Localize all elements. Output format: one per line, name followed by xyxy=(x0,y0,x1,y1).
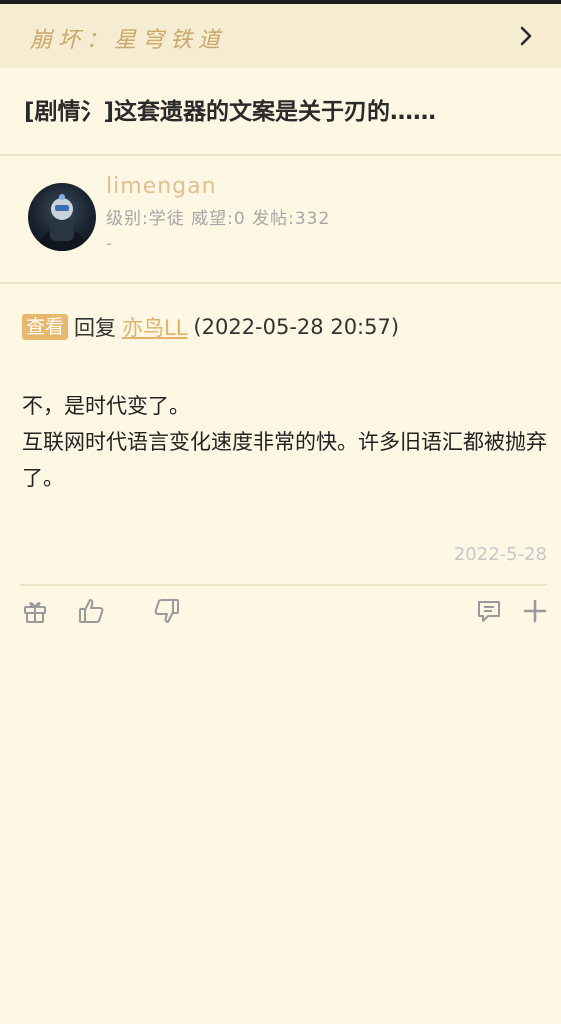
post-actions xyxy=(0,596,561,632)
view-button[interactable]: 查看 xyxy=(22,314,69,340)
divider xyxy=(20,584,547,586)
forum-header[interactable]: 崩坏：星穹铁道 xyxy=(0,4,561,68)
thumbs-down-icon[interactable] xyxy=(152,596,182,626)
author-username[interactable]: limengan xyxy=(106,174,217,199)
gift-icon[interactable] xyxy=(20,596,50,626)
author-block: limengan 级别:学徒 威望:0 发帖:332 - xyxy=(0,160,561,280)
post-line: 不，是时代变了。 xyxy=(22,394,190,418)
reply-time: (2022-05-28 20:57) xyxy=(193,315,400,339)
post-date: 2022-5-28 xyxy=(453,544,547,565)
page: 崩坏：星穹铁道 [剧情氵]这套遗器的文案是关于刃的…… limengan 级别:… xyxy=(0,0,561,1024)
divider xyxy=(0,282,561,284)
chevron-right-icon[interactable] xyxy=(514,24,538,48)
forum-name[interactable]: 崩坏：星穹铁道 xyxy=(30,22,226,54)
post-body: 不，是时代变了。 互联网时代语言变化速度非常的快。许多旧语汇都被抛弃了。 xyxy=(22,388,552,496)
thread-title: [剧情氵]这套遗器的文案是关于刃的…… xyxy=(24,99,437,125)
comment-icon[interactable] xyxy=(474,596,504,626)
reply-quote: 查看 回复 亦鸟LL (2022-05-28 20:57) xyxy=(22,312,399,342)
avatar[interactable] xyxy=(28,183,96,251)
divider xyxy=(0,154,561,156)
plus-icon[interactable] xyxy=(520,596,550,626)
author-meta: 级别:学徒 威望:0 发帖:332 xyxy=(106,209,331,229)
thumbs-up-icon[interactable] xyxy=(76,596,106,626)
reply-label: 回复 xyxy=(74,316,117,340)
reply-user-link[interactable]: 亦鸟LL xyxy=(122,316,187,340)
author-signature: - xyxy=(106,234,112,253)
post-line: 互联网时代语言变化速度非常的快。许多旧语汇都被抛弃了。 xyxy=(22,430,547,490)
